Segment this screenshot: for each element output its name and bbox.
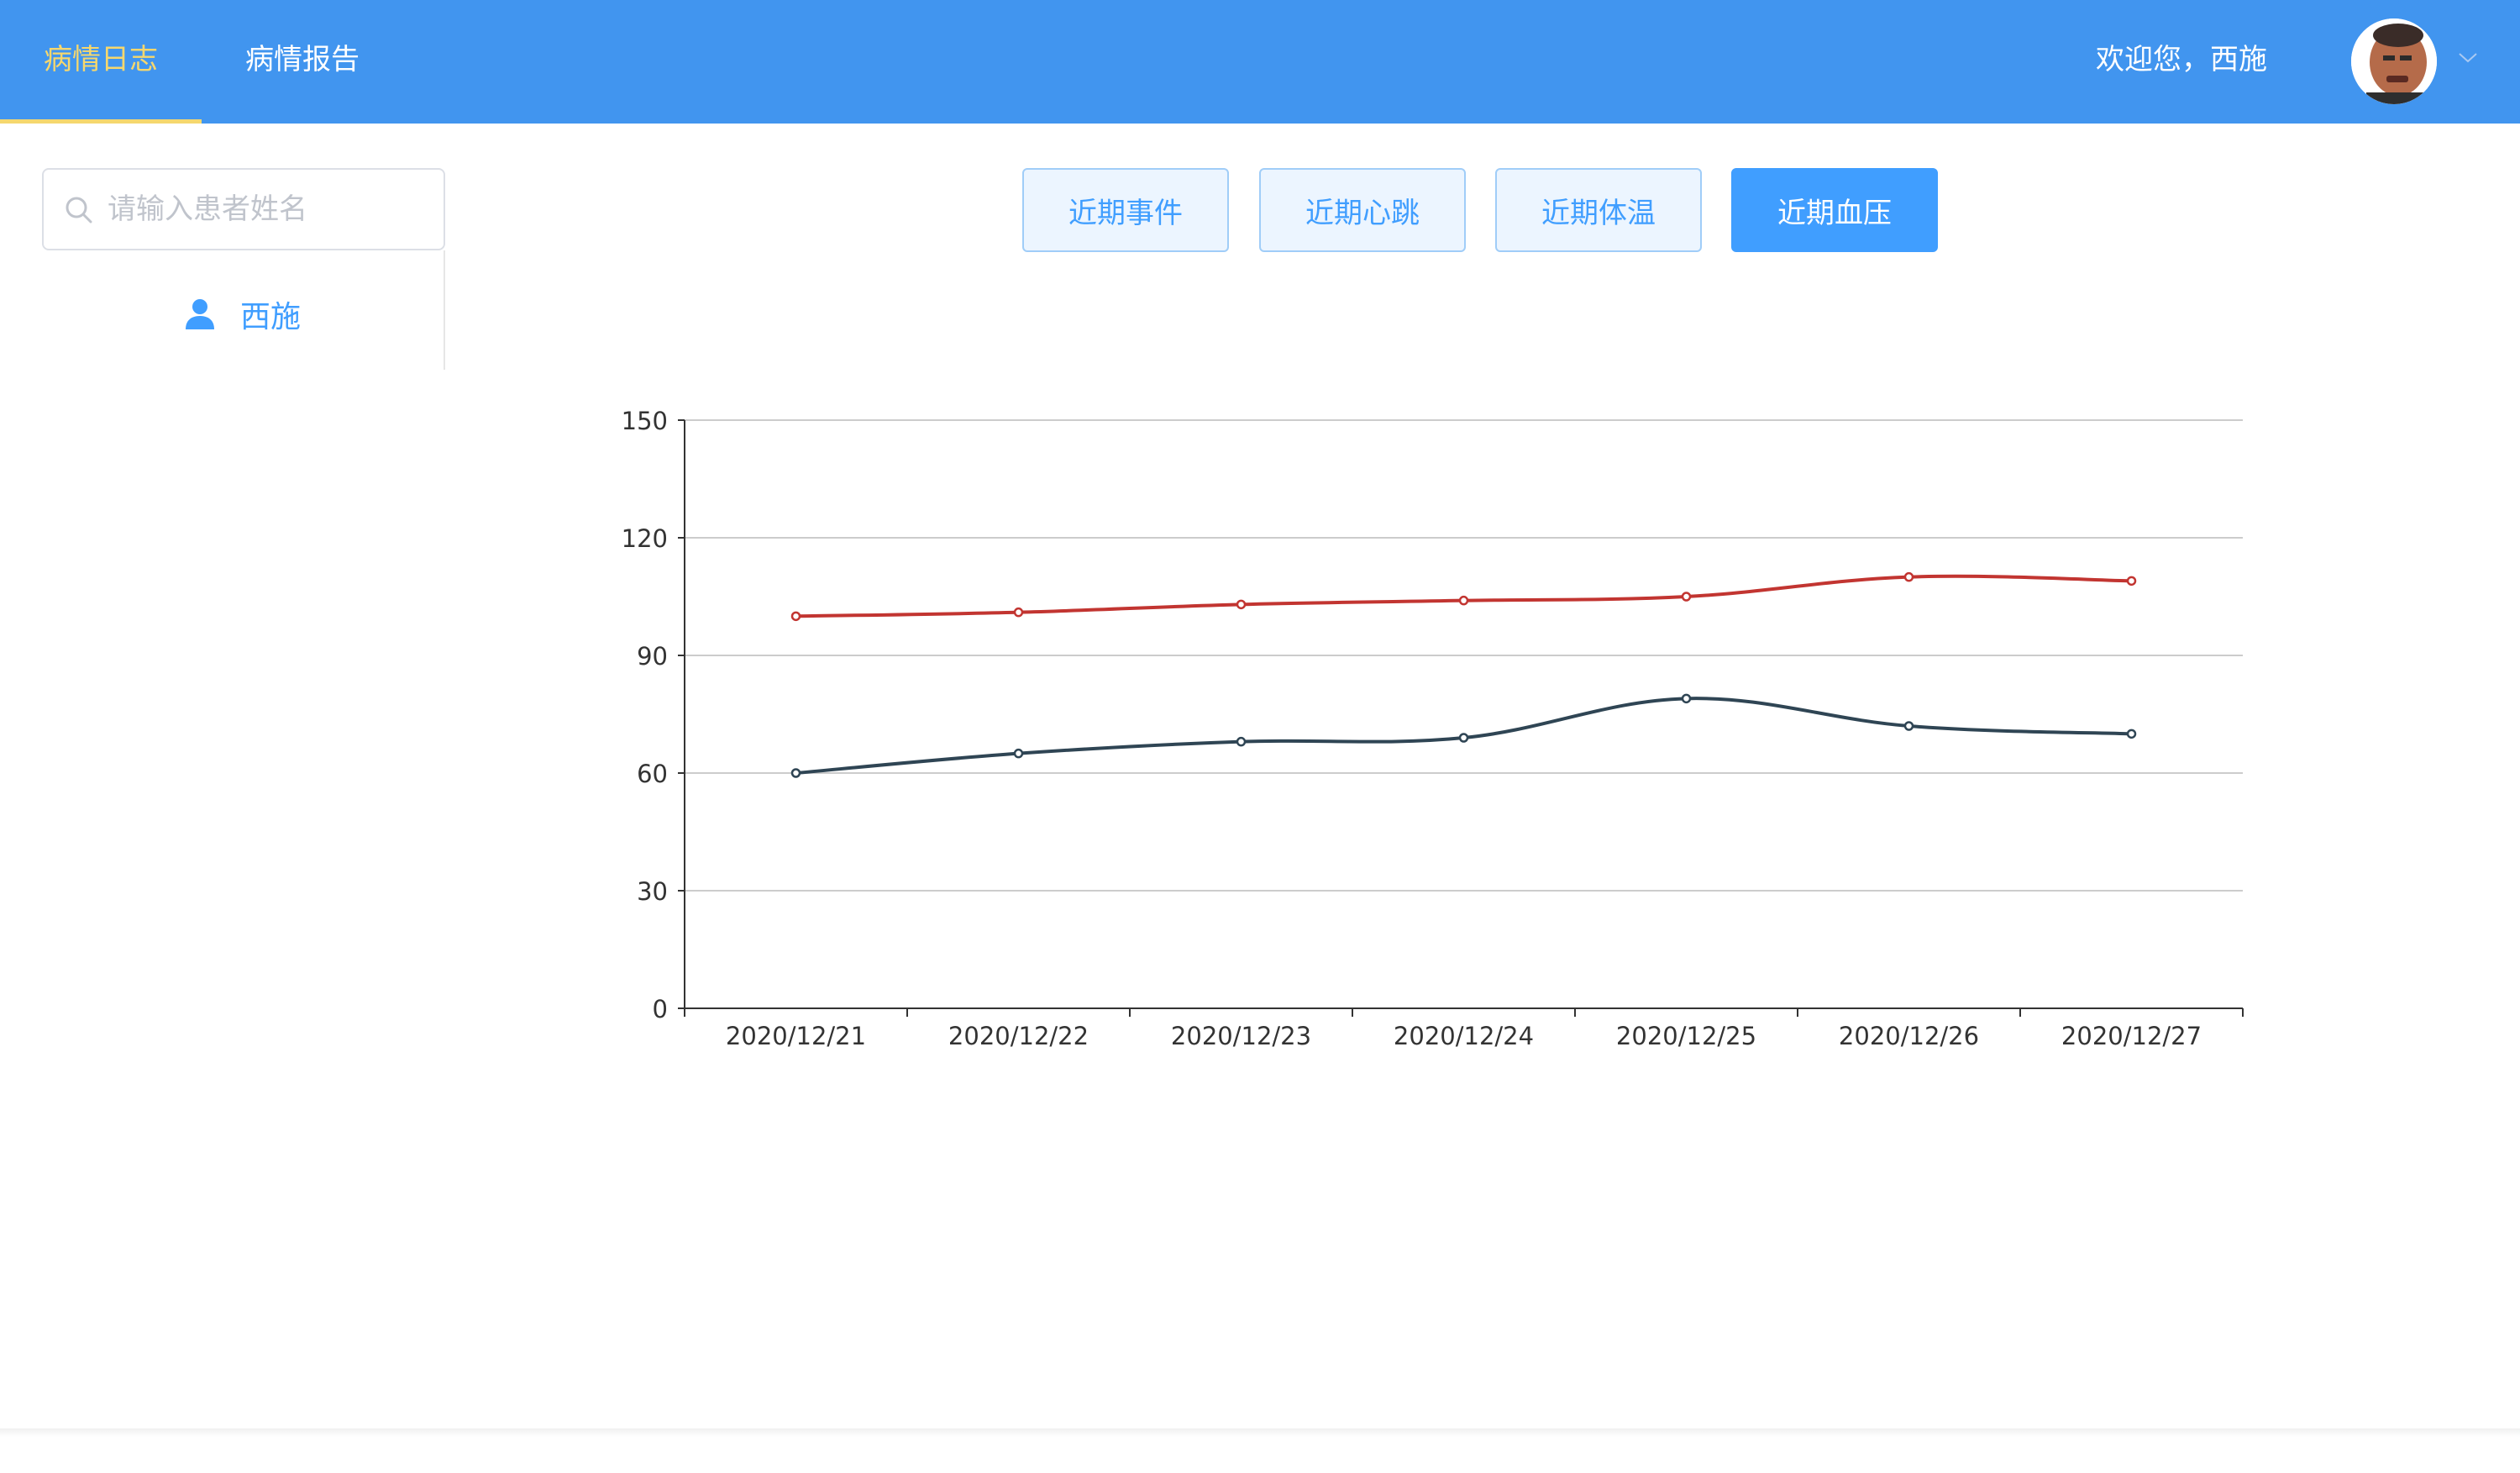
x-tick-label: 2020/12/27 (2061, 1022, 2202, 1050)
x-tick-label: 2020/12/25 (1616, 1022, 1756, 1050)
y-tick-label: 90 (637, 642, 668, 671)
x-tick-label: 2020/12/22 (948, 1022, 1089, 1050)
data-point (1903, 721, 1914, 731)
x-tick-label: 2020/12/23 (1171, 1022, 1311, 1050)
x-tick-label: 2020/12/21 (726, 1022, 866, 1050)
blood-pressure-chart: 0 30 60 90 120 150 2020/12/21 2020/12/22 2020/12… (622, 407, 2244, 1050)
x-tick-label: 2020/12/24 (1394, 1022, 1534, 1050)
data-point (2126, 576, 2137, 587)
y-tick-label: 150 (622, 407, 668, 435)
data-point (1236, 736, 1247, 747)
data-point (1013, 748, 1024, 759)
data-point (1236, 599, 1247, 610)
y-tick-label: 120 (622, 524, 668, 553)
data-point (1681, 592, 1692, 602)
y-tick-label: 0 (653, 995, 668, 1023)
data-point (2126, 729, 2137, 739)
data-point (1458, 733, 1469, 743)
data-point (1903, 571, 1914, 582)
y-tick-label: 30 (637, 877, 668, 906)
data-point (1013, 607, 1024, 618)
data-point (790, 611, 801, 622)
data-point (1458, 595, 1469, 606)
y-tick-label: 60 (637, 760, 668, 788)
data-point (1681, 693, 1692, 704)
data-point (790, 768, 801, 778)
footer-divider (0, 1428, 2520, 1437)
x-tick-label: 2020/12/26 (1839, 1022, 1979, 1050)
